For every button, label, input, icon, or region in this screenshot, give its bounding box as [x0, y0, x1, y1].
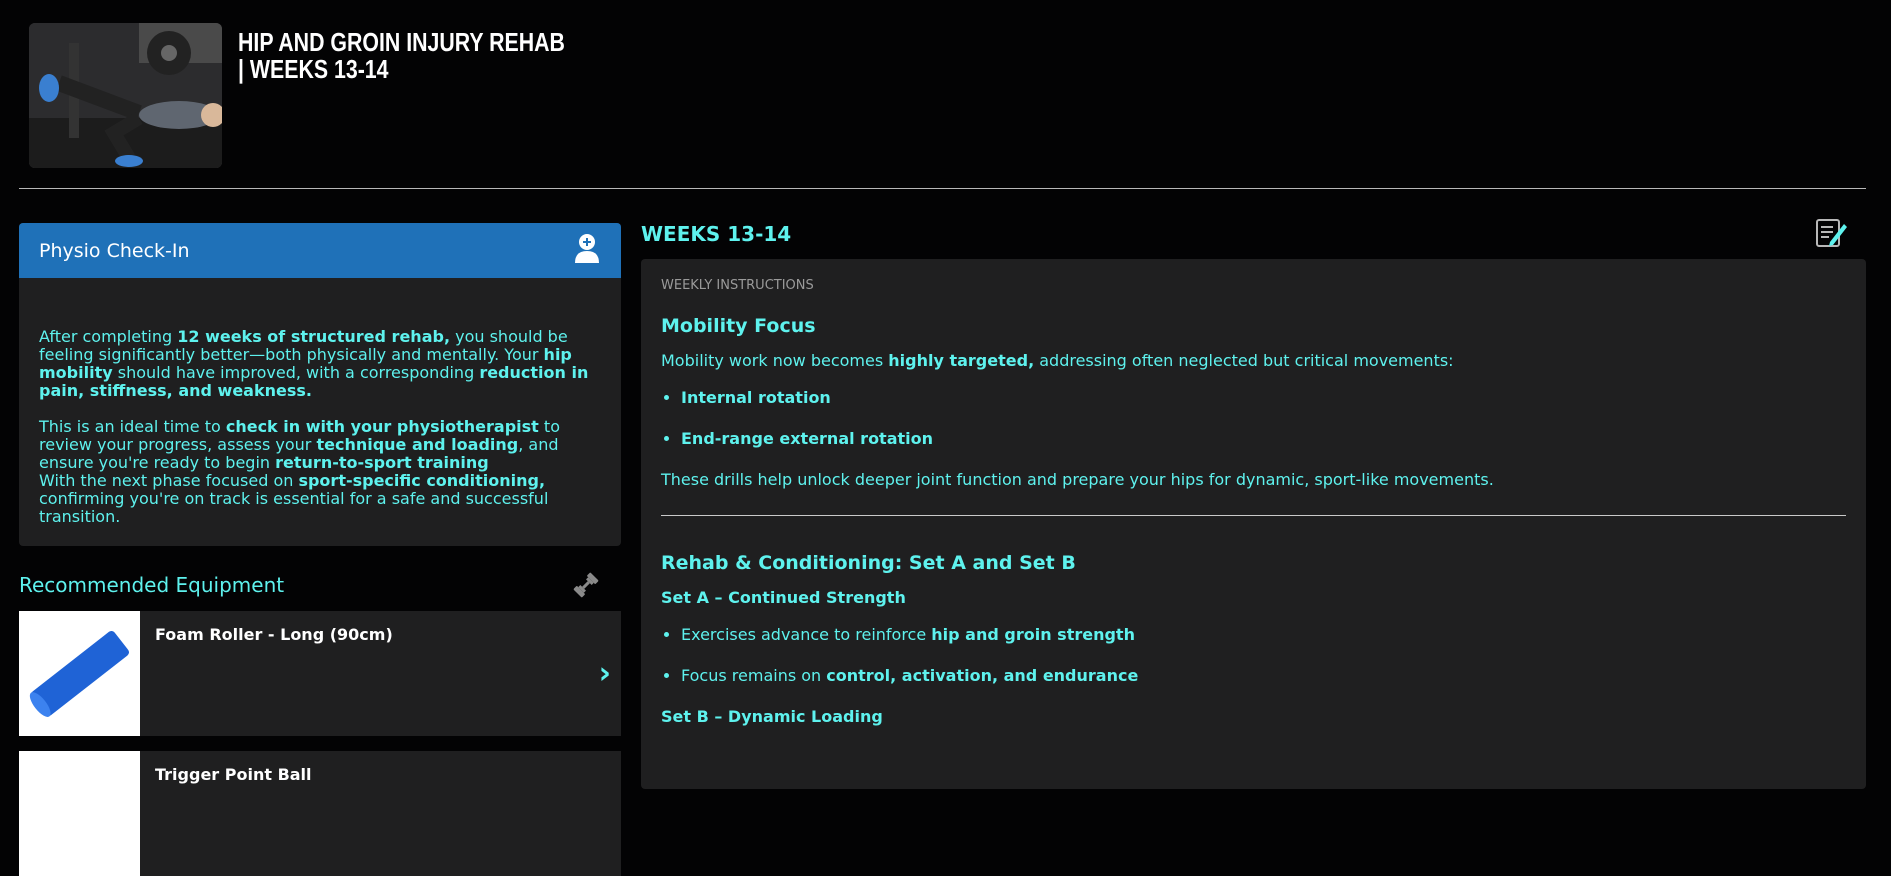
equipment-item[interactable]: Foam Roller - Long (90cm) › [19, 611, 621, 736]
notes-icon[interactable] [1814, 216, 1848, 254]
page-header: HIP AND GROIN INJURY REHAB | WEEKS 13-14 [29, 23, 638, 168]
physio-paragraph-2: This is an ideal time to check in with y… [39, 417, 560, 472]
mobility-intro: Mobility work now becomes highly targete… [661, 351, 1454, 370]
list-item: End-range external rotation [681, 429, 1846, 448]
section-label: WEEKLY INSTRUCTIONS [661, 278, 814, 293]
equipment-item-name: Trigger Point Ball [155, 765, 312, 784]
header-divider [19, 188, 1866, 189]
chevron-right-icon[interactable]: › [599, 656, 611, 691]
setA-list: Exercises advance to reinforce hip and g… [661, 625, 1846, 685]
mobility-title: Mobility Focus [661, 315, 816, 337]
mobility-outro: These drills help unlock deeper joint fu… [661, 470, 1494, 489]
equipment-title: Recommended Equipment [19, 573, 285, 597]
mobility-list: Internal rotation End-range external rot… [661, 388, 1846, 448]
section-divider [661, 515, 1846, 516]
list-item: Internal rotation [681, 388, 1846, 407]
setB-title: Set B – Dynamic Loading [661, 707, 883, 726]
dumbbell-icon [571, 570, 601, 604]
page-title: HIP AND GROIN INJURY REHAB | WEEKS 13-14 [238, 27, 565, 84]
equipment-item[interactable]: Trigger Point Ball [19, 751, 621, 876]
program-thumbnail [29, 23, 222, 168]
list-item: Exercises advance to reinforce hip and g… [681, 625, 1846, 644]
foam-roller-image [19, 611, 140, 736]
physio-checkin-header: Physio Check-In [19, 223, 621, 278]
physio-paragraph-3: With the next phase focused on sport-spe… [39, 471, 549, 526]
equipment-item-name: Foam Roller - Long (90cm) [155, 625, 393, 644]
rehab-title: Rehab & Conditioning: Set A and Set B [661, 552, 1076, 574]
physio-paragraph-1: After completing 12 weeks of structured … [39, 327, 589, 400]
physio-checkin-title: Physio Check-In [39, 239, 190, 262]
person-pin-icon [573, 233, 601, 268]
weekly-instructions-panel: WEEKLY INSTRUCTIONS Mobility Focus Mobil… [641, 259, 1866, 789]
setA-title: Set A – Continued Strength [661, 588, 906, 607]
physio-checkin-body: After completing 12 weeks of structured … [19, 278, 621, 526]
list-item: Focus remains on control, activation, an… [681, 666, 1846, 685]
weeks-label: WEEKS 13-14 [641, 222, 792, 246]
physio-checkin-card: Physio Check-In After completing 12 week… [19, 223, 621, 546]
trigger-ball-image [19, 751, 140, 876]
